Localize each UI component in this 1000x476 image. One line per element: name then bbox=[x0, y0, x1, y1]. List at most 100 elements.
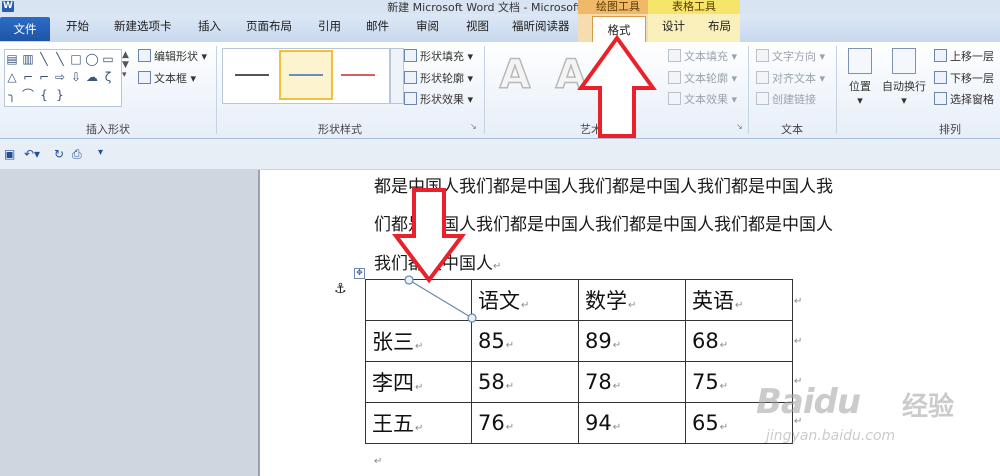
paragraph-line-2[interactable]: 们都是中国人我们都是中国人我们都是中国人我们都是中国人 bbox=[374, 210, 833, 235]
shape-fill-button[interactable]: 形状填充 ▾ bbox=[404, 48, 473, 64]
table-move-handle-icon[interactable]: ✥ bbox=[354, 268, 365, 279]
shape-style-swatch[interactable] bbox=[227, 52, 277, 98]
shape-option-icon[interactable]: ⌐ bbox=[21, 68, 37, 86]
cell-mark: ↵ bbox=[735, 300, 744, 311]
table-cell-score[interactable]: 76↵ bbox=[471, 402, 579, 444]
shape-option-icon[interactable]: ╮ bbox=[5, 86, 21, 104]
table-cell-name[interactable]: 王五↵ bbox=[365, 402, 472, 444]
text-effects-icon bbox=[668, 92, 681, 105]
table-cell-score[interactable]: 85↵ bbox=[471, 320, 579, 362]
create-link-button[interactable]: 创建链接 bbox=[756, 91, 816, 107]
tab-design[interactable]: 设计 bbox=[662, 18, 685, 34]
table-cell-score[interactable]: 68↵ bbox=[685, 320, 793, 362]
document-background-left bbox=[0, 170, 260, 476]
customize-icon[interactable]: ▾ bbox=[98, 147, 103, 158]
text-outline-icon bbox=[668, 71, 681, 84]
swatch-line bbox=[341, 74, 375, 76]
table-cell-header[interactable]: 数学↵ bbox=[578, 279, 686, 321]
shape-option-icon[interactable]: ⇨ bbox=[53, 68, 69, 86]
save-icon[interactable]: ▣ bbox=[4, 147, 15, 161]
table-row: 语文↵ 数学↵ 英语↵ bbox=[365, 279, 793, 321]
align-text-button[interactable]: 对齐文本 ▾ bbox=[756, 70, 825, 86]
tab-foxit-reader[interactable]: 福昕阅读器 bbox=[512, 18, 570, 34]
table-cell-header[interactable]: 英语↵ bbox=[685, 279, 793, 321]
tab-insert[interactable]: 插入 bbox=[198, 18, 221, 34]
selection-pane-button[interactable]: 选择窗格 bbox=[934, 91, 994, 107]
paint-bucket-icon bbox=[404, 49, 417, 62]
text-box-button[interactable]: 文本框 ▾ bbox=[138, 70, 196, 86]
send-backward-button[interactable]: 下移一层 bbox=[934, 70, 994, 86]
shape-effects-button[interactable]: 形状效果 ▾ bbox=[404, 91, 473, 107]
table-cell-score[interactable]: 78↵ bbox=[578, 361, 686, 403]
shape-option-icon[interactable]: □ bbox=[69, 50, 85, 68]
text-fill-button[interactable]: 文本填充 ▾ bbox=[668, 48, 737, 64]
bring-forward-button[interactable]: 上移一层 bbox=[934, 48, 994, 64]
shape-option-icon[interactable]: ☁ bbox=[85, 68, 101, 86]
table-cell-name[interactable]: 李四↵ bbox=[365, 361, 472, 403]
wordart-styles-gallery[interactable]: A A bbox=[490, 51, 640, 102]
tab-mailings[interactable]: 邮件 bbox=[366, 18, 389, 34]
group-label-wordart-styles: 艺术字样式 bbox=[580, 123, 635, 136]
tab-review[interactable]: 审阅 bbox=[416, 18, 439, 34]
table-cell-score[interactable]: 94↵ bbox=[578, 402, 686, 444]
cell-mark: ↵ bbox=[521, 300, 530, 311]
shape-option-icon[interactable]: ╲ bbox=[53, 50, 69, 68]
redo-icon[interactable]: ↻ bbox=[54, 147, 64, 161]
shape-option-icon[interactable]: △ bbox=[5, 68, 21, 86]
table-cell-score[interactable]: 89↵ bbox=[578, 320, 686, 362]
print-preview-icon[interactable]: ⎙ bbox=[72, 147, 82, 162]
edit-shape-button[interactable]: 编辑形状 ▾ bbox=[138, 48, 207, 64]
tab-view[interactable]: 视图 bbox=[466, 18, 489, 34]
shape-option-icon[interactable]: ▥ bbox=[21, 50, 37, 68]
shape-option-icon[interactable]: ╲ bbox=[37, 50, 53, 68]
shape-option-icon[interactable]: ⌒ bbox=[21, 86, 37, 104]
tab-references[interactable]: 引用 bbox=[318, 18, 341, 34]
shape-option-icon[interactable]: ⌐ bbox=[37, 68, 53, 86]
tab-home[interactable]: 开始 bbox=[66, 18, 89, 34]
tab-layout[interactable]: 布局 bbox=[708, 18, 731, 34]
table-cell-header[interactable]: 语文↵ bbox=[471, 279, 579, 321]
tab-format[interactable]: 格式 bbox=[592, 16, 646, 43]
table-cell-score[interactable]: 58↵ bbox=[471, 361, 579, 403]
dialog-launcher-icon[interactable]: ↘ bbox=[470, 122, 477, 131]
wrap-text-button[interactable]: 自动换行 ▾ bbox=[880, 48, 928, 107]
shape-style-swatch-selected[interactable] bbox=[279, 50, 333, 100]
shapes-gallery[interactable]: ▤ ▥ ╲ ╲ □ ◯ ▭△ ⌐ ⌐ ⇨ ⇩ ☁ ζ╮ ⌒{} bbox=[4, 49, 122, 107]
shape-styles-gallery[interactable] bbox=[222, 48, 390, 104]
paragraph-line-3[interactable]: 我们都是中国人↵ bbox=[374, 249, 501, 274]
shape-option-icon[interactable]: ▤ bbox=[5, 50, 21, 68]
shape-style-swatch[interactable] bbox=[333, 52, 383, 98]
tab-file[interactable]: 文件 bbox=[0, 17, 50, 41]
table-cell-header-blank[interactable] bbox=[365, 279, 472, 321]
swatch-line bbox=[289, 74, 323, 76]
group-label-arrange: 排列 bbox=[939, 123, 961, 136]
text-outline-button[interactable]: 文本轮廓 ▾ bbox=[668, 70, 737, 86]
paragraph-line-1[interactable]: 都是中国人我们都是中国人我们都是中国人我们都是中国人我 bbox=[374, 172, 833, 197]
shape-option-icon[interactable]: ⇩ bbox=[69, 68, 85, 86]
cell-mark: ↵ bbox=[415, 341, 424, 352]
paragraph-mark: ↵ bbox=[493, 261, 502, 272]
shape-option-icon[interactable]: } bbox=[53, 86, 69, 104]
dialog-launcher-icon[interactable]: ↘ bbox=[736, 122, 743, 131]
shape-option-icon[interactable]: ▭ bbox=[101, 50, 117, 68]
group-separator bbox=[216, 46, 217, 134]
tab-new-tab[interactable]: 新建选项卡 bbox=[114, 18, 172, 34]
tab-page-layout[interactable]: 页面布局 bbox=[246, 18, 292, 34]
baidu-watermark: Baidu 经验 jingyan.baidu.com bbox=[750, 382, 990, 462]
table-cell-name[interactable]: 张三↵ bbox=[365, 320, 472, 362]
position-button[interactable]: 位置 ▾ bbox=[842, 48, 878, 107]
shape-option-icon[interactable]: ζ bbox=[101, 68, 117, 86]
wordart-style-1[interactable]: A bbox=[490, 51, 540, 99]
score-table[interactable]: 语文↵ 数学↵ 英语↵ 张三↵ 85↵ 89↵ 68↵ 李四↵ 58↵ 78↵ … bbox=[365, 279, 793, 444]
shape-styles-scroll[interactable] bbox=[390, 48, 404, 104]
shape-option-icon[interactable]: ◯ bbox=[85, 50, 101, 68]
wordart-style-2[interactable]: A bbox=[546, 51, 596, 99]
cell-mark: ↵ bbox=[628, 300, 637, 311]
shape-outline-button[interactable]: 形状轮廓 ▾ bbox=[404, 70, 473, 86]
undo-icon[interactable]: ↶▾ bbox=[24, 147, 40, 161]
text-direction-button[interactable]: 文字方向 ▾ bbox=[756, 48, 825, 64]
shape-option-icon[interactable]: { bbox=[37, 86, 53, 104]
shapes-gallery-scroll-icon[interactable]: ▲ ▼ ▾ bbox=[122, 50, 132, 80]
text-effects-button[interactable]: 文本效果 ▾ bbox=[668, 91, 737, 107]
shape-effects-icon bbox=[404, 92, 417, 105]
